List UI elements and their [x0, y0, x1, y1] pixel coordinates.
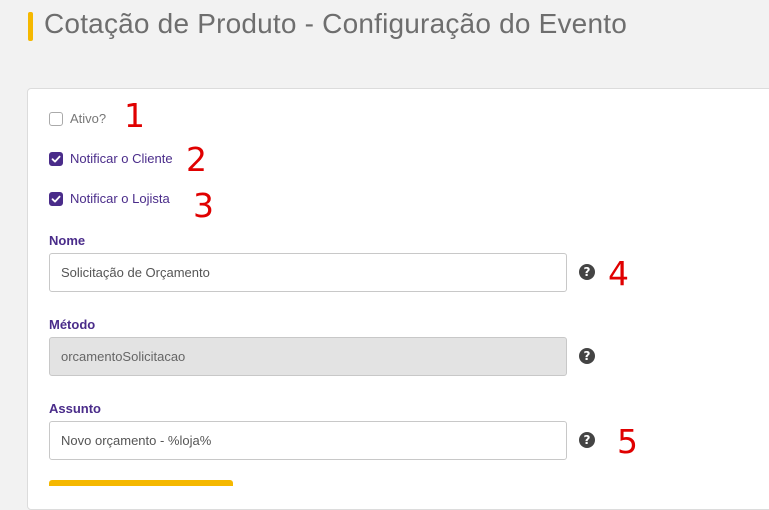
nome-input[interactable]: Solicitação de Orçamento [49, 253, 567, 292]
check-icon [51, 195, 61, 202]
nome-label: Nome [49, 233, 86, 248]
annotation-1: 1 [124, 96, 145, 135]
title-accent-bar [28, 12, 33, 41]
annotation-2: 2 [186, 140, 207, 179]
nome-help-icon[interactable]: ? [579, 264, 595, 280]
ativo-checkbox[interactable] [49, 111, 63, 126]
notificar-lojista-checkbox[interactable] [49, 191, 63, 206]
metodo-help-icon[interactable]: ? [579, 348, 595, 364]
notificar-cliente-label: Notificar o Cliente [70, 151, 173, 166]
notificar-cliente-row[interactable]: Notificar o Cliente [49, 151, 173, 166]
assunto-help-icon[interactable]: ? [579, 432, 595, 448]
assunto-input[interactable]: Novo orçamento - %loja% [49, 421, 567, 460]
annotation-4: 4 [608, 254, 629, 293]
save-button[interactable] [49, 480, 233, 486]
annotation-3: 3 [193, 186, 214, 225]
notificar-cliente-checkbox[interactable] [49, 151, 63, 166]
check-icon [51, 155, 61, 162]
metodo-input: orcamentoSolicitacao [49, 337, 567, 376]
assunto-label: Assunto [49, 401, 101, 416]
ativo-checkbox-row[interactable]: Ativo? [49, 111, 106, 126]
metodo-label: Método [49, 317, 96, 332]
ativo-label: Ativo? [70, 111, 107, 126]
annotation-5: 5 [617, 422, 638, 461]
notificar-lojista-label: Notificar o Lojista [70, 191, 170, 206]
notificar-lojista-row[interactable]: Notificar o Lojista [49, 191, 170, 206]
page-title: Cotação de Produto - Configuração do Eve… [44, 8, 627, 39]
